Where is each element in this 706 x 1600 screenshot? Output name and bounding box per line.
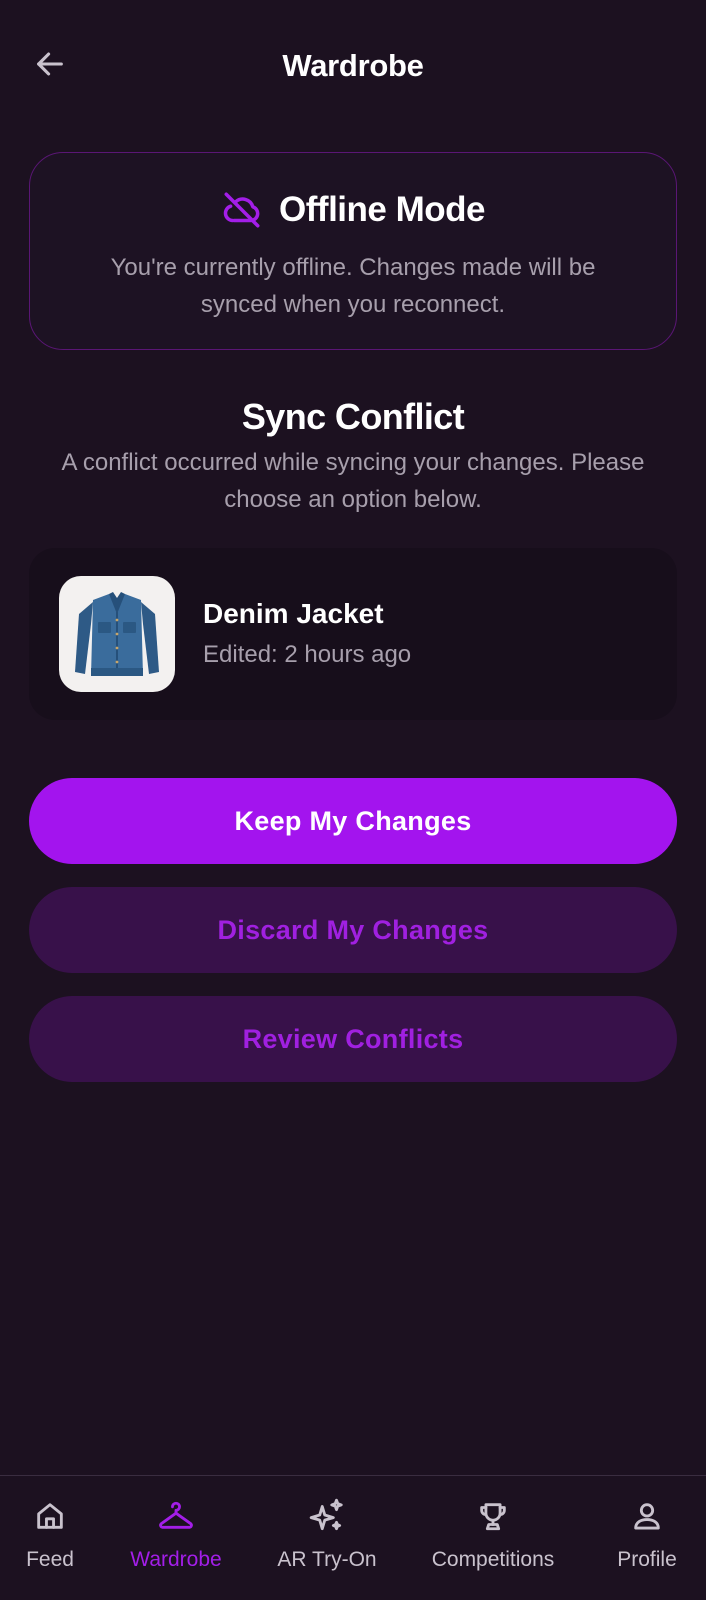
home-icon bbox=[37, 1503, 63, 1529]
conflict-item-card[interactable]: Denim Jacket Edited: 2 hours ago bbox=[29, 548, 677, 720]
keep-my-changes-button[interactable]: Keep My Changes bbox=[29, 778, 677, 864]
top-app-bar: Wardrobe bbox=[0, 0, 706, 136]
bottom-navigation: Feed Wardrobe AR Try-On Competitions Pro… bbox=[0, 1475, 706, 1600]
user-icon bbox=[634, 1503, 660, 1530]
nav-item-competitions[interactable]: Competitions bbox=[418, 1476, 568, 1600]
trophy-icon bbox=[480, 1503, 506, 1531]
item-edited-time: Edited: 2 hours ago bbox=[203, 641, 412, 668]
sparkles-icon bbox=[309, 1498, 343, 1531]
discard-my-changes-button[interactable]: Discard My Changes bbox=[29, 887, 677, 973]
hanger-icon bbox=[159, 1501, 193, 1529]
item-name: Denim Jacket bbox=[203, 598, 384, 629]
nav-item-ar-try-on[interactable]: AR Try-On bbox=[272, 1476, 382, 1600]
page-title: Wardrobe bbox=[282, 48, 424, 83]
review-conflicts-button[interactable]: Review Conflicts bbox=[29, 996, 677, 1082]
nav-label-competitions: Competitions bbox=[431, 1548, 555, 1571]
nav-label-ar-try-on: AR Try-On bbox=[277, 1548, 377, 1571]
sync-conflict-title: Sync Conflict bbox=[241, 396, 465, 437]
offline-message: You're currently offline. Changes made w… bbox=[110, 254, 596, 318]
cloud-off-icon bbox=[223, 192, 260, 228]
nav-item-profile[interactable]: Profile bbox=[602, 1476, 692, 1600]
denim-jacket-image bbox=[59, 576, 175, 692]
nav-label-wardrobe: Wardrobe bbox=[130, 1548, 222, 1571]
nav-label-feed: Feed bbox=[26, 1548, 74, 1571]
offline-title-row: Offline Mode bbox=[30, 189, 676, 231]
wardrobe-screen: Wardrobe Offline Mode You're currently o… bbox=[0, 0, 706, 1600]
nav-label-profile: Profile bbox=[617, 1548, 677, 1571]
nav-item-feed[interactable]: Feed bbox=[0, 1476, 100, 1600]
offline-mode-card: Offline Mode You're currently offline. C… bbox=[29, 152, 677, 350]
sync-conflict-message: A conflict occurred while syncing your c… bbox=[61, 449, 645, 513]
nav-item-wardrobe[interactable]: Wardrobe bbox=[116, 1476, 236, 1600]
offline-title: Offline Mode bbox=[279, 190, 485, 229]
